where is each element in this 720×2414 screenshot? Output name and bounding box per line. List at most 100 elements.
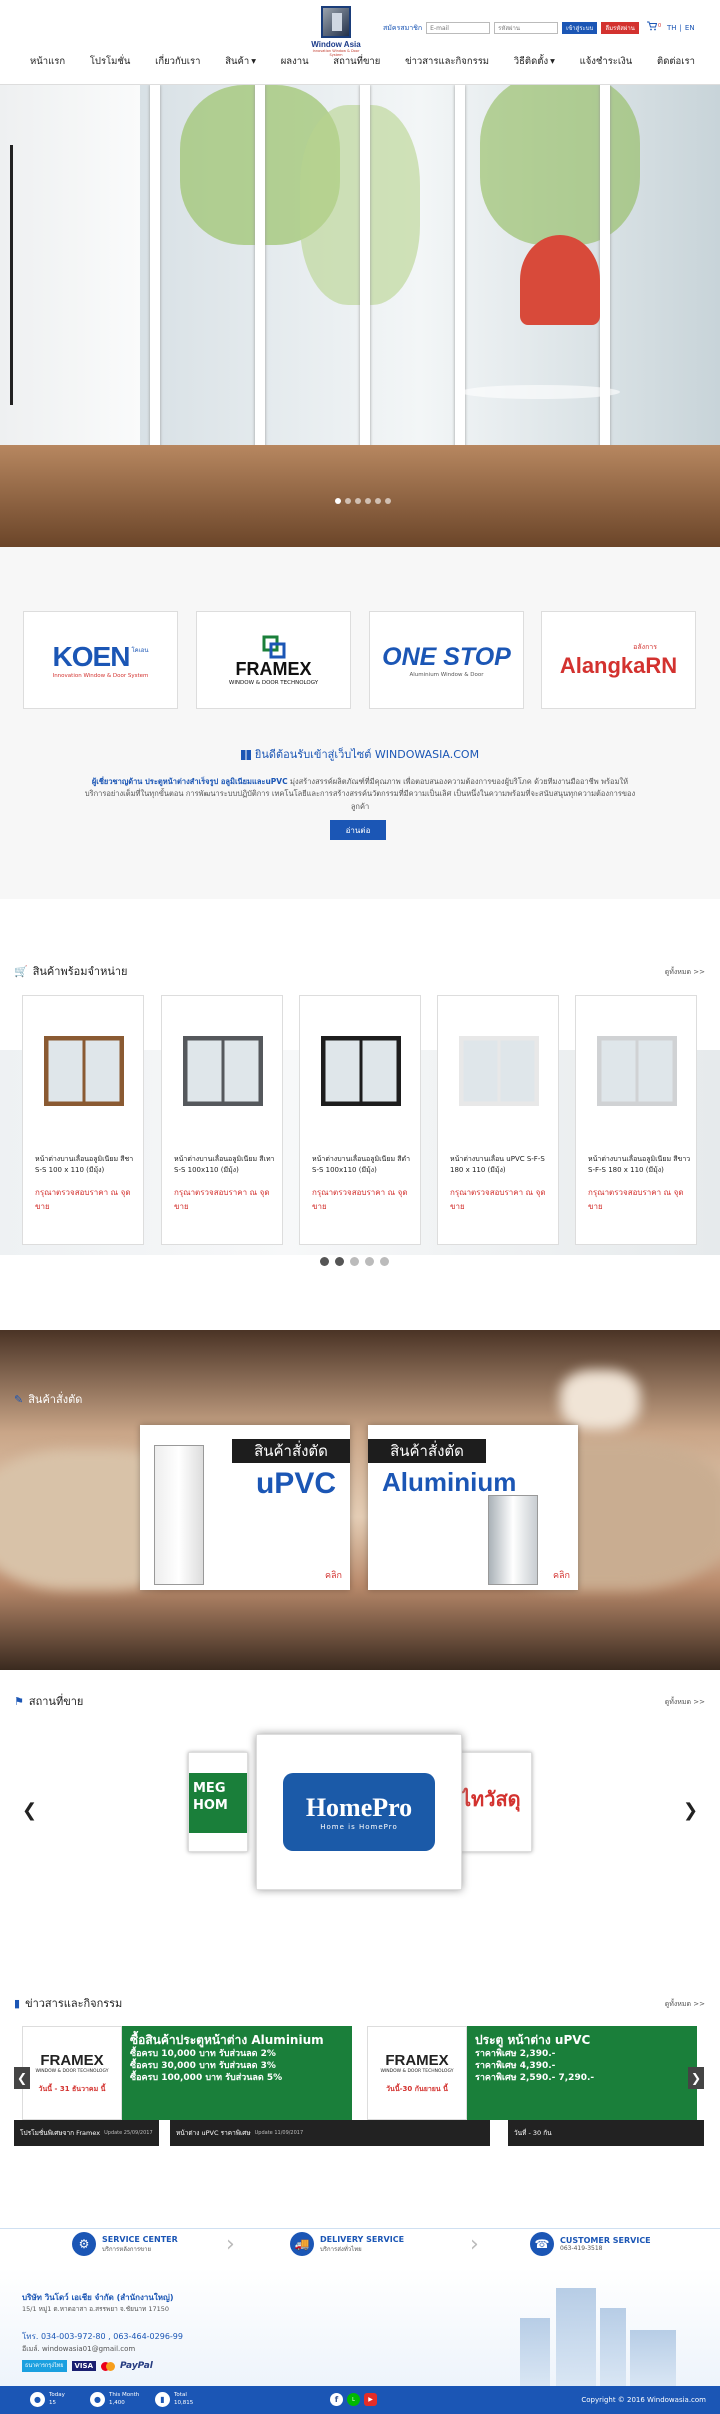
custom-card-upvc[interactable]: สินค้าสั่งตัด uPVC คลิก — [140, 1425, 350, 1590]
product-name[interactable]: หน้าต่างบานเลื่อนอลูมิเนียม สีขาว S-F-S … — [588, 1154, 692, 1176]
language-switch: TH | EN — [667, 24, 695, 32]
nav-label: ผลงาน — [280, 56, 309, 67]
custom-click[interactable]: คลิก — [325, 1568, 342, 1582]
carousel-dot[interactable] — [365, 1257, 374, 1266]
news-see-more[interactable]: ดูทั้งหมด >> — [665, 1999, 705, 2010]
nav-label: หน้าแรก — [30, 56, 66, 67]
read-more-button[interactable]: อ่านต่อ — [330, 820, 386, 840]
custom-card-aluminium[interactable]: สินค้าสั่งตัด Aluminium คลิก — [368, 1425, 578, 1590]
nav-item[interactable]: สินค้า ▾ — [225, 54, 256, 69]
hero-dot[interactable] — [345, 498, 351, 504]
product-price: กรุณาตรวจสอบราคา ณ จุดขาย — [450, 1188, 546, 1211]
carousel-dot[interactable] — [320, 1257, 329, 1266]
product-card[interactable]: หน้าต่างบานเลื่อน uPVC S-F-S 180 x 110 (… — [437, 995, 559, 1245]
store-name: MEG HOM — [189, 1773, 247, 1833]
store-card-left[interactable]: MEG HOM — [188, 1752, 248, 1852]
store-card-right[interactable]: ไทวัสดุ — [452, 1752, 532, 1852]
logo-name: Window Asia — [311, 40, 361, 49]
nav-item[interactable]: สถานที่ขาย — [333, 54, 380, 69]
store-card-homepro[interactable]: HomePro Home is HomePro — [256, 1734, 462, 1890]
hero-dot[interactable] — [385, 498, 391, 504]
brand-card-koen[interactable]: KOEN โคเอน Innovation Window & Door Syst… — [23, 611, 178, 709]
custom-click[interactable]: คลิก — [553, 1568, 570, 1582]
nav-item[interactable]: โปรโมชั่น — [90, 54, 131, 69]
hero-dot[interactable] — [355, 498, 361, 504]
product-name[interactable]: หน้าต่างบานเลื่อนอลูมิเนียม สีชา S-S 100… — [35, 1154, 139, 1176]
chart-icon: ▮ — [155, 2392, 170, 2407]
nav-item[interactable]: หน้าแรก — [30, 54, 65, 69]
brand-sub: Innovation Window & Door System — [52, 673, 149, 679]
email-input[interactable] — [426, 22, 491, 34]
product-card[interactable]: หน้าต่างบานเลื่อนอลูมิเนียม สีดำ S-S 100… — [299, 995, 421, 1245]
login-button[interactable]: เข้าสู่ระบบ — [562, 22, 598, 34]
nav-item[interactable]: ติดต่อเรา — [657, 54, 695, 69]
news-update: Update 11/09/2017 — [254, 2130, 304, 2136]
product-price: กรุณาตรวจสอบราคา ณ จุดขาย — [174, 1188, 270, 1211]
brands-section: KOEN โคเอน Innovation Window & Door Syst… — [0, 547, 720, 899]
news-brand: FRAMEX WINDOW & DOOR TECHNOLOGY วันนี้ - 3… — [22, 2026, 122, 2120]
line-icon[interactable]: L — [347, 2393, 360, 2406]
custom-material: Aluminium — [382, 1467, 517, 1497]
forgot-password-button[interactable]: ลืมรหัสผ่าน — [601, 22, 639, 34]
nav-item[interactable]: ผลงาน — [281, 54, 309, 69]
stores-see-more[interactable]: ดูทั้งหมด >> — [665, 1697, 705, 1708]
product-card[interactable]: หน้าต่างบานเลื่อนอลูมิเนียม สีเทา S-S 10… — [161, 995, 283, 1245]
facebook-icon[interactable]: f — [330, 2393, 343, 2406]
password-input[interactable] — [494, 22, 559, 34]
nav-item[interactable]: แจ้งชำระเงิน — [580, 54, 633, 69]
brand-card-framex[interactable]: FRAMEX WINDOW & DOOR TECHNOLOGY — [196, 611, 351, 709]
news-prev-arrow[interactable]: ❮ — [14, 2067, 30, 2089]
product-name[interactable]: หน้าต่างบานเลื่อนอลูมิเนียม สีเทา S-S 10… — [174, 1154, 278, 1176]
windows-icon — [240, 750, 251, 760]
lang-th[interactable]: TH — [667, 24, 677, 32]
hero-dot[interactable] — [375, 498, 381, 504]
news-heading: ▮ ข่าวสารและกิจกรรม — [14, 1994, 122, 2012]
hero-dot[interactable] — [365, 498, 371, 504]
nav-item[interactable]: เกี่ยวกับเรา — [155, 54, 200, 69]
product-name[interactable]: หน้าต่างบานเลื่อนอลูมิเนียม สีดำ S-S 100… — [312, 1154, 416, 1176]
products-title: สินค้าพร้อมจำหน่าย — [32, 965, 128, 978]
nav-item[interactable]: วิธีติดตั้ง ▾ — [514, 54, 555, 69]
product-card[interactable]: หน้าต่างบานเลื่อนอลูมิเนียม สีชา S-S 100… — [22, 995, 144, 1245]
customer-service[interactable]: ☎ CUSTOMER SERVICE 063-419-3518 — [530, 2232, 651, 2256]
hero-dot[interactable] — [335, 498, 341, 504]
news-caption[interactable]: หน้าต่าง uPVC ราคาพิเศษ Update 11/09/2017 — [170, 2120, 490, 2146]
brand-sub: Aluminium Window & Door — [409, 671, 484, 678]
service-sub: บริการส่งทั่วไทย — [320, 2245, 362, 2253]
stat-value: 1,400 — [109, 2399, 125, 2406]
product-card[interactable]: หน้าต่างบานเลื่อนอลูมิเนียม สีขาว S-F-S … — [575, 995, 697, 1245]
company-email[interactable]: อีเมล์. windowasia01@gmail.com — [22, 2344, 135, 2355]
product-price: กรุณาตรวจสอบราคา ณ จุดขาย — [312, 1188, 408, 1211]
carousel-dot[interactable] — [335, 1257, 344, 1266]
stores-next-arrow[interactable]: ❯ — [683, 1800, 698, 1821]
cart[interactable]: 0 — [647, 21, 661, 31]
news-card[interactable]: FRAMEX WINDOW & DOOR TECHNOLOGY วันนี้ - 3… — [22, 2026, 352, 2120]
news-caption[interactable]: โปรโมชั่นพิเศษจาก Framex Update 25/09/201… — [14, 2120, 159, 2146]
nav-item[interactable]: ข่าวสารและกิจกรรม — [405, 54, 489, 69]
news-card[interactable]: FRAMEX WINDOW & DOOR TECHNOLOGY วันนี้-30 … — [367, 2026, 697, 2120]
service-center[interactable]: ⚙ SERVICE CENTER บริการหลังการขาย — [72, 2232, 178, 2256]
products-see-more[interactable]: ดูทั้งหมด >> — [665, 967, 705, 978]
carousel-dot[interactable] — [350, 1257, 359, 1266]
youtube-icon[interactable]: ▶ — [364, 2393, 377, 2406]
company-address: 15/1 หมู่1 ต.หาดอาสา อ.สรรพยา จ.ชัยนาท 1… — [22, 2305, 170, 2313]
stores-prev-arrow[interactable]: ❮ — [22, 1800, 37, 1821]
bookmark-icon: ▮ — [14, 1996, 21, 2010]
mastercard-icon — [101, 2361, 115, 2371]
service-title: DELIVERY SERVICE — [320, 2234, 405, 2244]
nav-label: โปรโมชั่น — [89, 56, 131, 67]
signup-link[interactable]: สมัครสมาชิก — [383, 23, 422, 34]
custom-tag: สินค้าสั่งตัด — [232, 1439, 350, 1463]
news-next-arrow[interactable]: ❯ — [688, 2067, 704, 2089]
news-brand-name: FRAMEX — [385, 2051, 449, 2069]
lang-en[interactable]: EN — [685, 24, 695, 32]
stat-label: This Month — [109, 2392, 140, 2399]
news-headline: ประตู หน้าต่าง uPVC — [475, 2033, 591, 2047]
product-name[interactable]: หน้าต่างบานเลื่อน uPVC S-F-S 180 x 110 (… — [450, 1154, 554, 1176]
brand-card-alangkarn[interactable]: อลังการ AlangkaRN — [541, 611, 696, 709]
delivery-service[interactable]: 🚚 DELIVERY SERVICE บริการส่งทั่วไทย — [290, 2232, 404, 2256]
carousel-dot[interactable] — [380, 1257, 389, 1266]
headset-icon: ☎ — [530, 2232, 554, 2256]
brand-card-onestop[interactable]: ONE STOP Aluminium Window & Door — [369, 611, 524, 709]
product-price: กรุณาตรวจสอบราคา ณ จุดขาย — [35, 1188, 131, 1211]
